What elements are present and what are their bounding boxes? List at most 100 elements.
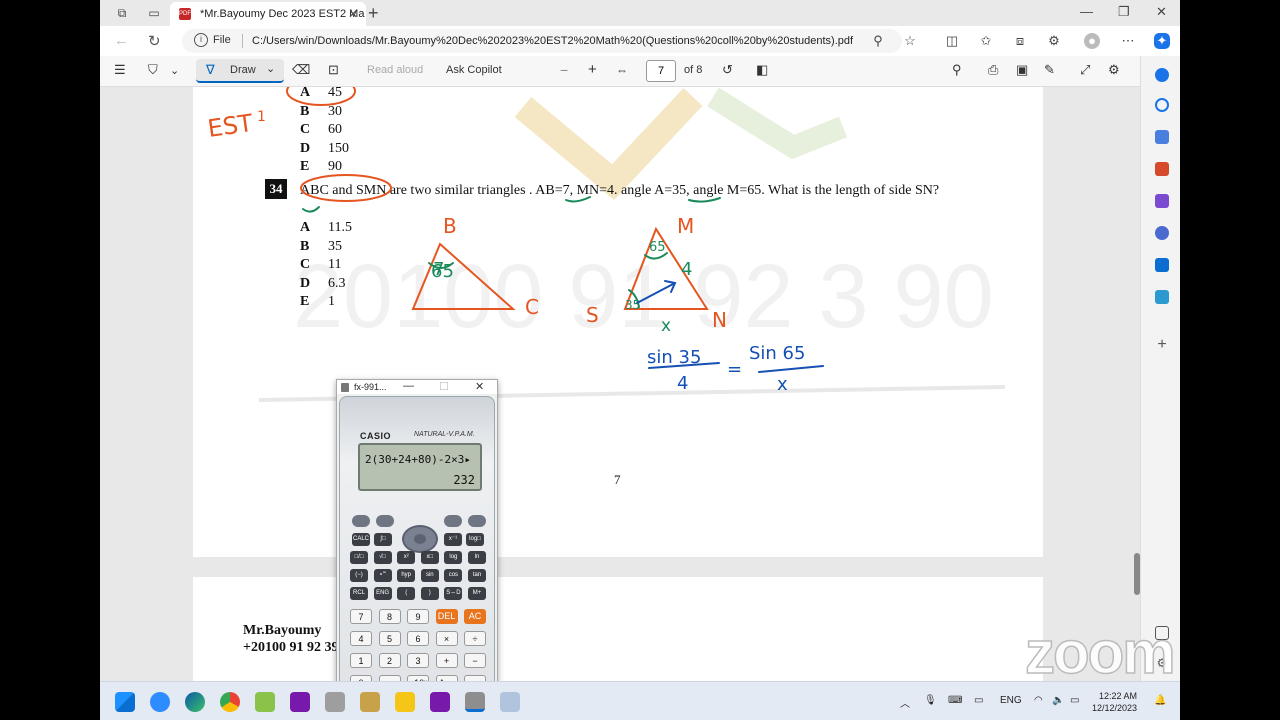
- outlook-icon[interactable]: [1155, 258, 1169, 272]
- calculator-key[interactable]: 4: [350, 631, 372, 646]
- page-view-icon[interactable]: ◧: [756, 62, 768, 78]
- save-icon[interactable]: ▣: [1016, 62, 1028, 78]
- refresh-icon[interactable]: ↻: [148, 32, 161, 50]
- calculator-key[interactable]: 8: [378, 609, 401, 624]
- language-label[interactable]: ENG: [1000, 695, 1022, 706]
- wifi-icon[interactable]: ◠: [1034, 695, 1043, 706]
- battery-icon[interactable]: ▭: [1070, 695, 1079, 706]
- page-number-input[interactable]: 7: [646, 60, 676, 82]
- games-icon[interactable]: [1155, 194, 1169, 208]
- key-alpha[interactable]: [376, 515, 394, 527]
- workspaces-icon[interactable]: ⧉: [114, 5, 130, 21]
- calculator-key[interactable]: 6: [407, 631, 429, 646]
- extensions-icon[interactable]: ⚙: [1046, 33, 1062, 49]
- split-screen-icon[interactable]: ◫: [944, 33, 960, 49]
- profile-avatar-icon[interactable]: ●: [1084, 33, 1100, 49]
- calculator-key[interactable]: x²: [397, 551, 416, 564]
- calculator-key[interactable]: ÷: [464, 631, 486, 646]
- onenote-app-icon[interactable]: [290, 692, 310, 712]
- snipping-app-icon[interactable]: [255, 692, 275, 712]
- close-window-icon[interactable]: ✕: [1156, 4, 1167, 20]
- favorite-star-icon[interactable]: ☆: [902, 33, 918, 49]
- volume-icon[interactable]: 🔈: [1052, 695, 1064, 706]
- contents-icon[interactable]: ☰: [114, 62, 126, 78]
- shopping-tag-icon[interactable]: [1155, 130, 1169, 144]
- calculator-key[interactable]: hyp: [397, 569, 416, 582]
- chrome-app-icon[interactable]: [220, 692, 240, 712]
- zoom-app-icon[interactable]: [150, 692, 170, 712]
- onenote2-app-icon[interactable]: [430, 692, 450, 712]
- calculator-key[interactable]: 9: [407, 609, 429, 624]
- rotate-icon[interactable]: ↺: [722, 62, 733, 78]
- calculator-key[interactable]: 3: [407, 653, 429, 668]
- replay-dpad[interactable]: [402, 525, 438, 553]
- highlight-dropdown-icon[interactable]: ⌄: [170, 64, 179, 77]
- calculator-key[interactable]: log□: [466, 533, 484, 546]
- calculator-key[interactable]: ×: [435, 631, 458, 646]
- tools-briefcase-icon[interactable]: [1155, 162, 1169, 176]
- favorites-icon[interactable]: ✩: [978, 33, 994, 49]
- calculator-key[interactable]: CALC: [352, 533, 370, 546]
- highlight-icon[interactable]: ⛉: [148, 62, 158, 78]
- keyboard-icon[interactable]: ⌨: [948, 695, 962, 706]
- edge-app-icon[interactable]: [185, 692, 205, 712]
- calculator-key[interactable]: 2: [378, 653, 401, 668]
- close-tab-icon[interactable]: ✕: [348, 2, 358, 26]
- calculator-key[interactable]: ∘'": [373, 569, 392, 582]
- calculator-key[interactable]: sin: [420, 569, 439, 582]
- calculator-key[interactable]: S⇔D: [444, 587, 463, 600]
- zoom-out-button[interactable]: −: [560, 62, 568, 78]
- print-icon[interactable]: ⎙: [988, 62, 998, 78]
- calculator-key[interactable]: −: [464, 653, 486, 668]
- calc-minimize-icon[interactable]: —: [403, 380, 414, 392]
- calculator-key[interactable]: (: [397, 587, 416, 600]
- calc-close-icon[interactable]: ✕: [475, 380, 484, 393]
- calculator-key[interactable]: ): [420, 587, 439, 600]
- draw-button[interactable]: ∇ Draw ⌄: [196, 59, 284, 83]
- ask-copilot-button[interactable]: Ask Copilot: [446, 64, 502, 76]
- key-shift[interactable]: [352, 515, 370, 527]
- calculator-window[interactable]: fx-991... — ☐ ✕ CASIO NATURAL-V.P.A.M. 2…: [336, 379, 498, 681]
- restore-icon[interactable]: ❐: [1118, 4, 1130, 20]
- calculator-key[interactable]: ln: [468, 551, 486, 564]
- zoom-search-icon[interactable]: ⚲: [870, 33, 886, 49]
- text-icon[interactable]: ⊡: [328, 62, 339, 78]
- microsoft365-icon[interactable]: [1155, 226, 1169, 240]
- paint-app-icon[interactable]: [500, 692, 520, 712]
- calculator-key[interactable]: ∫□: [374, 533, 392, 546]
- url-field[interactable]: i File C:/Users/win/Downloads/Mr.Bayoumy…: [182, 29, 902, 53]
- sidebar-search-icon[interactable]: [1155, 98, 1169, 112]
- tab-actions-icon[interactable]: ▭: [146, 5, 162, 21]
- fullscreen-icon[interactable]: ⤢: [1080, 62, 1090, 78]
- calculator-key[interactable]: x⁻¹: [444, 533, 462, 546]
- calculator-key[interactable]: +: [435, 653, 458, 668]
- minimize-icon[interactable]: —: [1080, 4, 1093, 19]
- active-tab[interactable]: PDF *Mr.Bayoumy Dec 2023 EST2 Ma ✕: [170, 2, 366, 26]
- display-icon[interactable]: ▭: [974, 695, 983, 706]
- calculator-key[interactable]: □/□: [350, 551, 368, 564]
- calculator-key[interactable]: x□: [420, 551, 439, 564]
- calculator-key[interactable]: cos: [444, 569, 463, 582]
- url-text[interactable]: C:/Users/win/Downloads/Mr.Bayoumy%20Dec%…: [252, 35, 853, 47]
- calculator-key[interactable]: log: [444, 551, 463, 564]
- info-icon[interactable]: i: [194, 33, 208, 47]
- notification-bell-icon[interactable]: [1155, 68, 1169, 82]
- pdf-viewer[interactable]: 20100 91 92 3 90 A 45 B 30 C 60 D 150 E 90 34…: [100, 87, 1140, 681]
- calculator-key[interactable]: (−): [350, 569, 368, 582]
- settings-icon[interactable]: ⚙: [1108, 62, 1120, 78]
- new-tab-icon[interactable]: +: [368, 3, 379, 23]
- add-sidebar-app-icon[interactable]: +: [1155, 337, 1169, 353]
- drop-icon[interactable]: [1155, 290, 1169, 304]
- key-mode[interactable]: [444, 515, 462, 527]
- calculator-titlebar[interactable]: fx-991... — ☐ ✕: [337, 380, 497, 394]
- copilot-icon[interactable]: ✦: [1154, 33, 1170, 49]
- back-icon[interactable]: ←: [114, 32, 129, 49]
- key-on[interactable]: [468, 515, 486, 527]
- calculator-app-icon[interactable]: [325, 692, 345, 712]
- mic-icon[interactable]: 🎙: [924, 695, 937, 706]
- notifications-icon[interactable]: 🔔: [1154, 695, 1166, 706]
- calculator-key[interactable]: √□: [373, 551, 392, 564]
- calculator-running-icon[interactable]: [465, 692, 485, 712]
- fit-page-icon[interactable]: ⇔: [616, 63, 628, 77]
- calculator-key[interactable]: AC: [464, 609, 486, 624]
